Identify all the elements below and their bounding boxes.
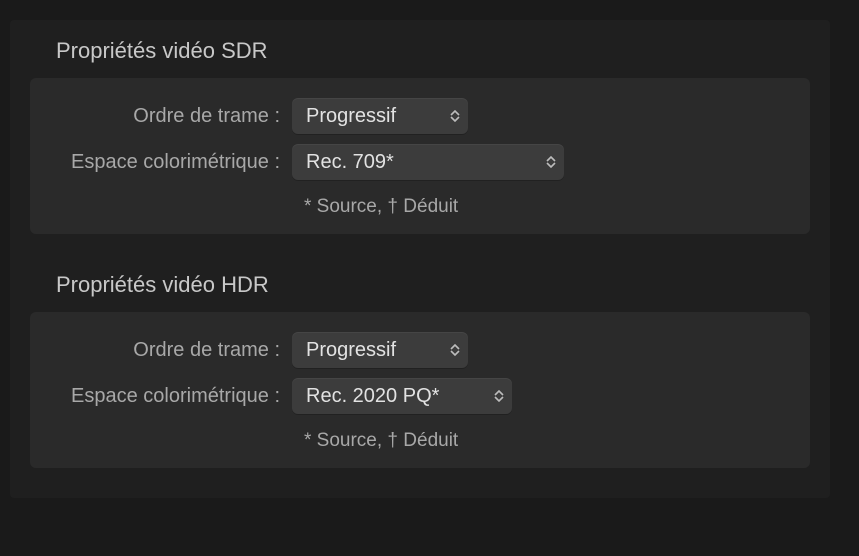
sdr-field-order-select[interactable]: Progressif [292,98,468,134]
hdr-field-order-select[interactable]: Progressif [292,332,468,368]
hdr-colorspace-value: Rec. 2020 PQ* [306,385,439,408]
chevron-updown-icon [450,344,460,356]
hdr-legend: * Source, † Déduit [304,430,458,452]
chevron-updown-icon [546,156,556,168]
hdr-field-order-label: Ordre de trame : [30,332,292,364]
sdr-section-body: Ordre de trame : Progressif Espace color… [30,78,810,234]
hdr-section-body: Ordre de trame : Progressif Espace color… [30,312,810,468]
sdr-section-title: Propriétés vidéo SDR [10,20,830,78]
chevron-updown-icon [494,390,504,402]
sdr-colorspace-select[interactable]: Rec. 709* [292,144,564,180]
hdr-field-order-value: Progressif [306,339,396,362]
hdr-section-title: Propriétés vidéo HDR [10,254,830,312]
hdr-colorspace-select[interactable]: Rec. 2020 PQ* [292,378,512,414]
sdr-field-order-label: Ordre de trame : [30,98,292,130]
sdr-colorspace-value: Rec. 709* [306,151,394,174]
sdr-legend: * Source, † Déduit [304,196,458,218]
hdr-colorspace-label: Espace colorimétrique : [30,378,292,410]
sdr-field-order-value: Progressif [306,105,396,128]
sdr-colorspace-label: Espace colorimétrique : [30,144,292,176]
chevron-updown-icon [450,110,460,122]
